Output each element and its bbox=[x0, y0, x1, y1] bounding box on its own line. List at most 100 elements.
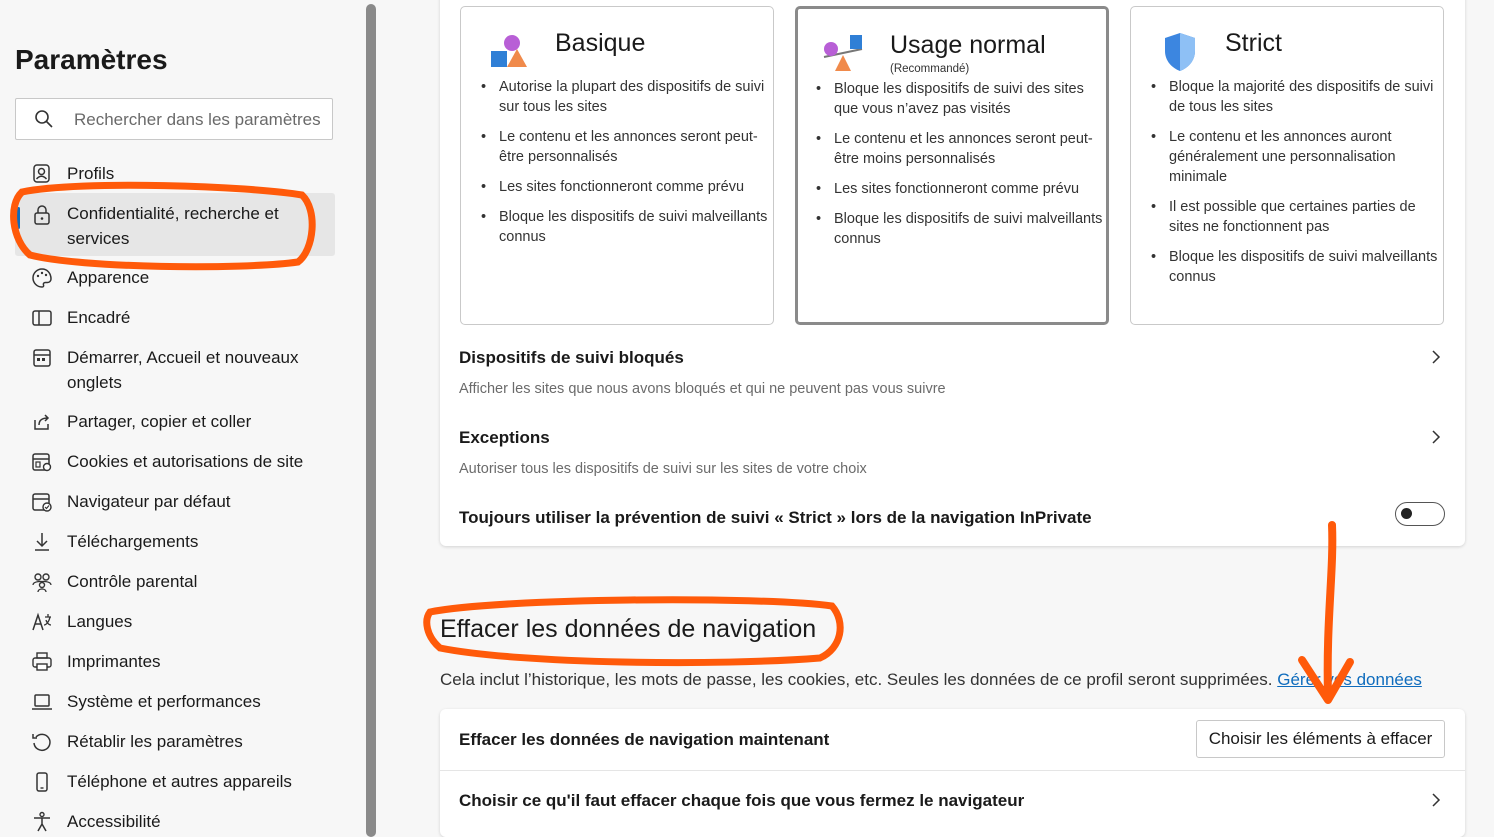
divider bbox=[440, 770, 1465, 771]
cookies-permissions-icon bbox=[32, 453, 52, 472]
sidebar-item-profils[interactable]: Profils bbox=[15, 161, 335, 186]
clear-data-desc-text: Cela inclut l’historique, les mots de pa… bbox=[440, 670, 1273, 689]
start-page-icon bbox=[33, 349, 51, 367]
family-icon bbox=[32, 573, 52, 593]
sidebar-item-label: Profils bbox=[67, 164, 115, 183]
sidebar-item-langues[interactable]: Langues bbox=[15, 609, 335, 634]
sidebar-title: Paramètres bbox=[15, 44, 168, 75]
sidebar-item-demarrer[interactable]: Démarrer, Accueil et nouveaux onglets bbox=[15, 345, 335, 395]
card-bullet: Il est possible que certaines parties de… bbox=[1151, 197, 1439, 237]
sidebar-item-retablir[interactable]: Rétablir les paramètres bbox=[15, 729, 335, 754]
exceptions-title: Exceptions bbox=[459, 428, 550, 447]
settings-search-box[interactable] bbox=[15, 98, 333, 140]
sidebar-item-telephone[interactable]: Téléphone et autres appareils bbox=[15, 769, 335, 794]
exceptions-desc: Autoriser tous les dispositifs de suivi … bbox=[459, 461, 867, 477]
accessibility-icon bbox=[34, 811, 50, 832]
laptop-icon bbox=[32, 694, 52, 710]
search-input[interactable] bbox=[72, 107, 332, 133]
sidebar-item-label: Partager, copier et coller bbox=[67, 412, 252, 431]
reset-icon bbox=[32, 733, 51, 752]
sidebar-panel-icon bbox=[32, 310, 52, 326]
card-bullet: Bloque la majorité des dispositifs de su… bbox=[1151, 77, 1439, 117]
blocked-trackers-title: Dispositifs de suivi bloqués bbox=[459, 348, 684, 367]
sidebar-scrollbar[interactable] bbox=[366, 4, 376, 837]
chevron-right-icon bbox=[1432, 430, 1441, 444]
card-bullets: Autorise la plupart des dispositifs de s… bbox=[481, 77, 769, 257]
card-subtitle: (Recommandé) bbox=[890, 63, 970, 75]
sidebar-item-imprimantes[interactable]: Imprimantes bbox=[15, 649, 335, 674]
sidebar-item-label: Imprimantes bbox=[67, 652, 161, 671]
language-icon bbox=[32, 612, 52, 631]
sidebar-item-label: Encadré bbox=[67, 308, 131, 327]
toggle-knob bbox=[1401, 508, 1412, 519]
clear-data-panel: Effacer les données de navigation mainte… bbox=[440, 709, 1465, 837]
clear-now-label: Effacer les données de navigation mainte… bbox=[459, 730, 830, 749]
sidebar-item-label: Apparence bbox=[67, 268, 150, 287]
sidebar-item-systeme[interactable]: Système et performances bbox=[15, 689, 335, 714]
clear-data-description: Cela inclut l’historique, les mots de pa… bbox=[440, 670, 1422, 690]
sidebar-item-telechargements[interactable]: Téléchargements bbox=[15, 529, 335, 554]
card-bullet: Le contenu et les annonces seront peut-ê… bbox=[816, 129, 1104, 169]
card-title: Strict bbox=[1225, 29, 1282, 57]
blocked-trackers-desc: Afficher les sites que nous avons bloqué… bbox=[459, 381, 946, 397]
card-title: Basique bbox=[555, 29, 646, 57]
share-icon bbox=[34, 414, 50, 430]
card-bullet: Le contenu et les annonces seront peut-ê… bbox=[481, 127, 769, 167]
sidebar-item-label: Téléchargements bbox=[67, 532, 199, 551]
sidebar-item-encadre[interactable]: Encadré bbox=[15, 305, 335, 330]
sidebar-item-partager[interactable]: Partager, copier et coller bbox=[15, 409, 335, 434]
card-strict[interactable]: Strict Bloque la majorité des dispositif… bbox=[1130, 6, 1444, 325]
download-icon bbox=[35, 533, 49, 551]
manage-data-link[interactable]: Gérer vos données bbox=[1277, 670, 1422, 689]
sidebar-item-navigateur-defaut[interactable]: Navigateur par défaut bbox=[15, 489, 335, 514]
sidebar-item-controle-parental[interactable]: Contrôle parental bbox=[15, 569, 335, 594]
shield-icon bbox=[1165, 33, 1195, 71]
search-icon bbox=[35, 110, 53, 128]
sidebar-item-label: Cookies et autorisations de site bbox=[67, 452, 304, 471]
sidebar-item-label: Langues bbox=[67, 612, 133, 631]
card-bullet: Les sites fonctionneront comme prévu bbox=[481, 177, 769, 197]
default-browser-icon bbox=[32, 493, 52, 512]
palette-icon bbox=[32, 268, 52, 288]
balance-shapes-icon bbox=[823, 35, 863, 71]
choose-items-to-clear-button[interactable]: Choisir les éléments à effacer bbox=[1196, 720, 1445, 758]
clear-data-heading: Effacer les données de navigation bbox=[440, 615, 817, 643]
chevron-right-icon bbox=[1432, 793, 1441, 807]
settings-content: Basique Autorise la plupart des disposit… bbox=[380, 0, 1494, 837]
sidebar-item-label: Accessibilité bbox=[67, 812, 161, 831]
profile-icon bbox=[33, 164, 50, 183]
sidebar-item-label: Rétablir les paramètres bbox=[67, 732, 243, 751]
settings-sidebar: Paramètres Profils Confidentialité, rech… bbox=[0, 0, 368, 837]
clear-on-close-label: Choisir ce qu'il faut effacer chaque foi… bbox=[459, 791, 1025, 810]
sidebar-item-apparence[interactable]: Apparence bbox=[15, 265, 335, 290]
sidebar-item-label: Démarrer, Accueil et nouveaux onglets bbox=[67, 348, 299, 392]
card-usage-normal[interactable]: Usage normal (Recommandé) Bloque les dis… bbox=[795, 6, 1109, 325]
card-bullet: Autorise la plupart des dispositifs de s… bbox=[481, 77, 769, 117]
card-bullet: Les sites fonctionneront comme prévu bbox=[816, 179, 1104, 199]
sidebar-item-label: Confidentialité, recherche et services bbox=[67, 204, 279, 248]
card-title: Usage normal bbox=[890, 31, 1046, 59]
sidebar-item-cookies[interactable]: Cookies et autorisations de site bbox=[15, 449, 335, 474]
sidebar-item-label: Contrôle parental bbox=[67, 572, 198, 591]
printer-icon bbox=[32, 652, 52, 671]
card-bullet: Bloque les dispositifs de suivi malveill… bbox=[481, 207, 769, 247]
sidebar-item-label: Navigateur par défaut bbox=[67, 492, 231, 511]
card-bullet: Le contenu et les annonces auront généra… bbox=[1151, 127, 1439, 187]
card-bullets: Bloque les dispositifs de suivi des site… bbox=[816, 79, 1104, 259]
sidebar-item-label: Téléphone et autres appareils bbox=[67, 772, 292, 791]
sidebar-item-confidentialite[interactable]: Confidentialité, recherche et services bbox=[15, 193, 335, 256]
inprivate-strict-toggle[interactable] bbox=[1395, 502, 1445, 526]
card-bullet: Bloque les dispositifs de suivi des site… bbox=[816, 79, 1104, 119]
shapes-icon bbox=[491, 35, 527, 67]
card-bullets: Bloque la majorité des dispositifs de su… bbox=[1151, 77, 1439, 297]
tracking-prevention-panel: Basique Autorise la plupart des disposit… bbox=[440, 0, 1465, 546]
sidebar-item-label: Système et performances bbox=[67, 692, 261, 711]
card-basique[interactable]: Basique Autorise la plupart des disposit… bbox=[460, 6, 774, 325]
inprivate-strict-label: Toujours utiliser la prévention de suivi… bbox=[459, 508, 1092, 527]
phone-icon bbox=[36, 772, 48, 792]
card-bullet: Bloque les dispositifs de suivi malveill… bbox=[1151, 247, 1439, 287]
lock-icon bbox=[34, 205, 50, 225]
chevron-right-icon bbox=[1432, 350, 1441, 364]
sidebar-item-accessibilite[interactable]: Accessibilité bbox=[15, 809, 335, 834]
card-bullet: Bloque les dispositifs de suivi malveill… bbox=[816, 209, 1104, 249]
